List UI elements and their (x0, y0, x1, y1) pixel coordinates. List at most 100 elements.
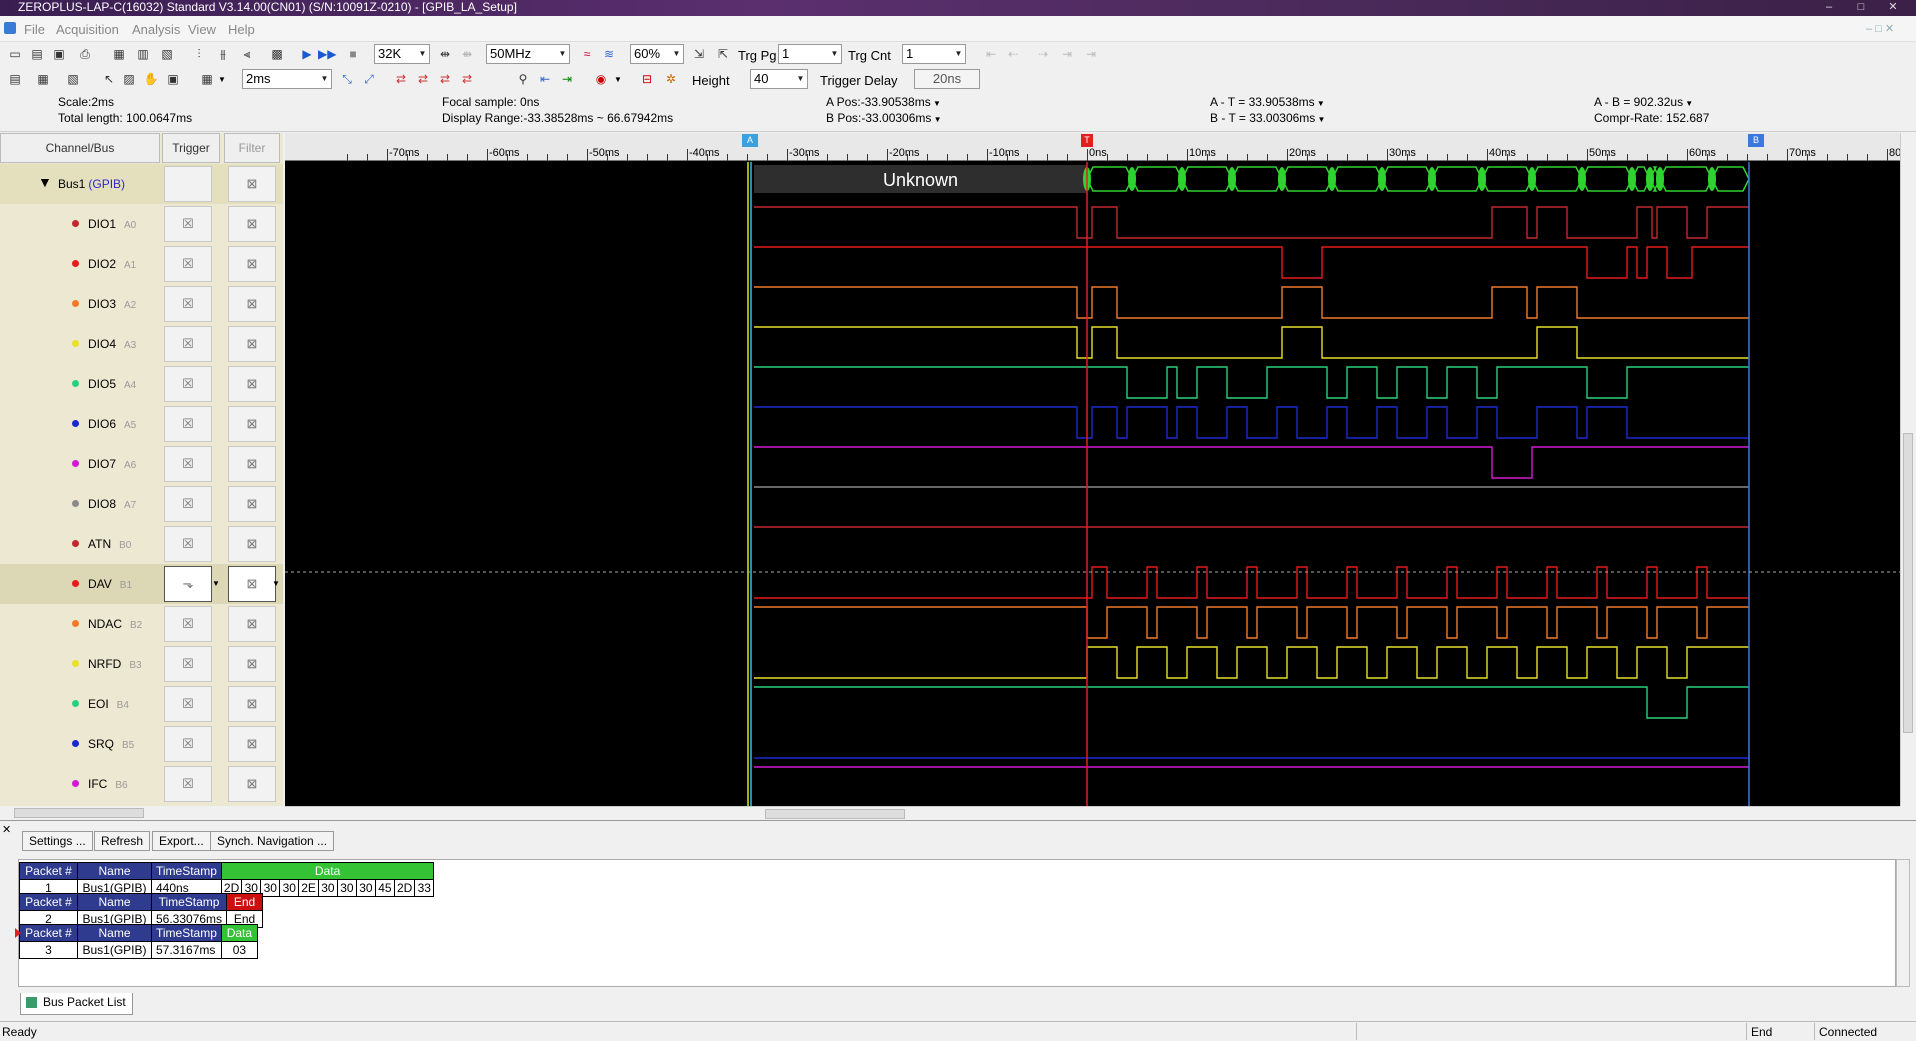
channel-filter-cell[interactable]: ⊠ (228, 446, 276, 482)
bus-decode-1-icon[interactable]: ⇄ (392, 70, 410, 88)
pointer-icon[interactable]: ↖ (100, 70, 118, 88)
channel-trigger-cell[interactable]: ☒ (164, 366, 212, 402)
channel-row[interactable]: NDAC B2 ☒ ⊠ (0, 604, 283, 644)
bus-decode-2-icon[interactable]: ⇄ (414, 70, 432, 88)
zoom-in-icon[interactable]: ⇲ (690, 45, 708, 63)
channel-trigger-cell[interactable]: ☒ (164, 326, 212, 362)
trigger-position-select[interactable]: 60% ▼ (630, 44, 684, 64)
nav-prev-icon[interactable]: ⇠ (1004, 45, 1022, 63)
bus-remove-icon[interactable]: ⫵ (214, 45, 232, 63)
channel-filter-cell[interactable]: ⊠ (228, 246, 276, 282)
chevron-down-icon[interactable]: ▼ (218, 75, 226, 84)
channel-trigger-cell[interactable]: ☒ (164, 726, 212, 762)
record-icon[interactable]: ◉ (592, 70, 610, 88)
compress-icon[interactable]: ⇹ (436, 45, 454, 63)
rate-select[interactable]: 50MHz ▼ (486, 44, 570, 64)
packet-row[interactable]: 3 Bus1(GPIB) 57.3167ms 03 (19, 941, 258, 959)
channel-row[interactable]: DIO7 A6 ☒ ⊠ (0, 444, 283, 484)
channel-filter-cell[interactable]: ⊠ (228, 646, 276, 682)
zoom-out-icon[interactable]: ⇱ (714, 45, 732, 63)
trg-pg-select[interactable]: 1 ▼ (778, 44, 842, 64)
search-prev-icon[interactable]: ⇤ (536, 70, 554, 88)
channel-trigger-cell[interactable]: ☒ (164, 766, 212, 802)
save-icon[interactable]: ▣ (50, 45, 68, 63)
nav-first-icon[interactable]: ⇤ (982, 45, 1000, 63)
channel-filter-cell[interactable]: ⊠ (228, 486, 276, 522)
menu-acquisition[interactable]: Acquisition (56, 22, 119, 37)
channel-trigger-cell[interactable]: ☒ (164, 206, 212, 242)
packet-table[interactable]: Packet # Name TimeStamp Data 3 Bus1(GPIB) 57.3… (19, 924, 258, 959)
height-select[interactable]: 40 ▼ (750, 69, 808, 89)
channel-filter-cell[interactable]: ⊠ (228, 326, 276, 362)
threshold-icon[interactable]: ≋ (600, 45, 618, 63)
channel-row[interactable]: DIO1 A0 ☒ ⊠ (0, 204, 283, 244)
menu-analysis[interactable]: Analysis (132, 22, 180, 37)
select-icon[interactable]: ▨ (120, 70, 138, 88)
cursor-a-marker[interactable]: A (742, 134, 758, 147)
channel-row[interactable]: IFC B6 ☒ ⊠ (0, 764, 283, 804)
channel-row[interactable]: ATN B0 ☒ ⊠ (0, 524, 283, 564)
scale-select[interactable]: 2ms ▼ (242, 69, 332, 89)
channel-filter-cell[interactable]: ⊠ (228, 686, 276, 722)
collapse-triangle-icon[interactable]: ▼ (38, 174, 52, 190)
channel-filter-cell[interactable]: ⊠ (228, 406, 276, 442)
search-icon[interactable]: ⚲ (514, 70, 532, 88)
channel-row[interactable]: SRQ B5 ☒ ⊠ (0, 724, 283, 764)
decompress-icon[interactable]: ⇻ (458, 45, 476, 63)
menu-file[interactable]: File (24, 22, 45, 37)
packet-list-scrollbar[interactable] (1896, 859, 1910, 987)
bus-decode-4-icon[interactable]: ⇄ (458, 70, 476, 88)
chevron-down-icon[interactable]: ▼ (272, 579, 280, 588)
maximize-button[interactable]: □ (1850, 0, 1872, 14)
close-button[interactable]: ✕ (1882, 0, 1904, 14)
channel-row[interactable]: DIO4 A3 ☒ ⊠ (0, 324, 283, 364)
bus-setup-icon[interactable]: ▥ (134, 45, 152, 63)
minimize-button[interactable]: – (1818, 0, 1840, 14)
bus-trigger-cell[interactable] (164, 166, 212, 202)
nav-last-icon[interactable]: ⇥ (1082, 45, 1100, 63)
cursor-b-marker[interactable]: B (1748, 134, 1764, 147)
settings-icon[interactable]: ▩ (268, 45, 286, 63)
menu-view[interactable]: View (188, 22, 216, 37)
hand-icon[interactable]: ✋ (142, 70, 160, 88)
bus-property-icon[interactable]: ⫷ (238, 45, 256, 63)
channel-trigger-cell[interactable]: ☒ (164, 486, 212, 522)
chevron-down-icon[interactable]: ▼ (212, 579, 220, 588)
channel-filter-cell[interactable]: ⊠ (228, 366, 276, 402)
channel-row[interactable]: DIO6 A5 ☒ ⊠ (0, 404, 283, 444)
channel-trigger-cell[interactable]: ☒ (164, 286, 212, 322)
settings-button[interactable]: Settings ... (22, 831, 93, 851)
waveform-view[interactable]: -70ms -60ms -50ms -40ms -30ms -20ms -10ms 0ns 10… (285, 133, 1916, 806)
run-icon[interactable]: ▶ (298, 45, 316, 63)
bus-decode-3-icon[interactable]: ⇄ (436, 70, 454, 88)
bus-filter-cell[interactable]: ⊠ (228, 166, 276, 202)
waveform-view-icon[interactable]: ▤ (6, 70, 24, 88)
bus-row[interactable]: ▼ Bus1 (GPIB) ⊠ (0, 164, 283, 204)
channel-row[interactable]: DIO5 A4 ☒ ⊠ (0, 364, 283, 404)
repetitive-run-icon[interactable]: ▶▶ (318, 45, 336, 63)
b-pos-info[interactable]: B Pos:-33.00306ms ▼ (826, 111, 942, 125)
mdi-controls[interactable]: – □ ✕ (1866, 22, 1894, 35)
channel-row[interactable]: DIO3 A2 ☒ ⊠ (0, 284, 283, 324)
packet-list[interactable]: Packet # Name TimeStamp Data 1 Bus1(GPIB) 440n… (15, 859, 1896, 987)
menu-help[interactable]: Help (228, 22, 255, 37)
synch-navigation-button[interactable]: Synch. Navigation ... (210, 831, 335, 851)
channel-horizontal-scrollbar[interactable] (0, 806, 283, 820)
channel-row[interactable]: DIO2 A1 ☒ ⊠ (0, 244, 283, 284)
packet-table[interactable]: Packet # Name TimeStamp End 2 Bus1(GPIB) 56.33… (19, 893, 264, 928)
waveform-horizontal-scrollbar[interactable] (285, 806, 1900, 820)
channel-trigger-cell[interactable]: ☒ (164, 646, 212, 682)
trigger-marker[interactable]: T (1081, 134, 1093, 147)
channel-trigger-cell[interactable]: ☒ (164, 446, 212, 482)
b-t-info[interactable]: B - T = 33.00306ms ▼ (1210, 111, 1325, 125)
a-pos-info[interactable]: A Pos:-33.90538ms ▼ (826, 95, 941, 109)
fit-icon[interactable]: ⤡ (338, 70, 356, 88)
channel-filter-cell[interactable]: ⊠ (228, 726, 276, 762)
tab-bus-packet-list[interactable]: Bus Packet List (20, 993, 133, 1015)
calendar-icon[interactable]: ▣ (164, 70, 182, 88)
channel-filter-cell[interactable]: ⊠ (228, 526, 276, 562)
channel-filter-cell[interactable]: ⊠ (228, 606, 276, 642)
search-next-icon[interactable]: ⇥ (558, 70, 576, 88)
export-button[interactable]: Export... (152, 831, 211, 851)
refresh-button[interactable]: Refresh (94, 831, 151, 851)
